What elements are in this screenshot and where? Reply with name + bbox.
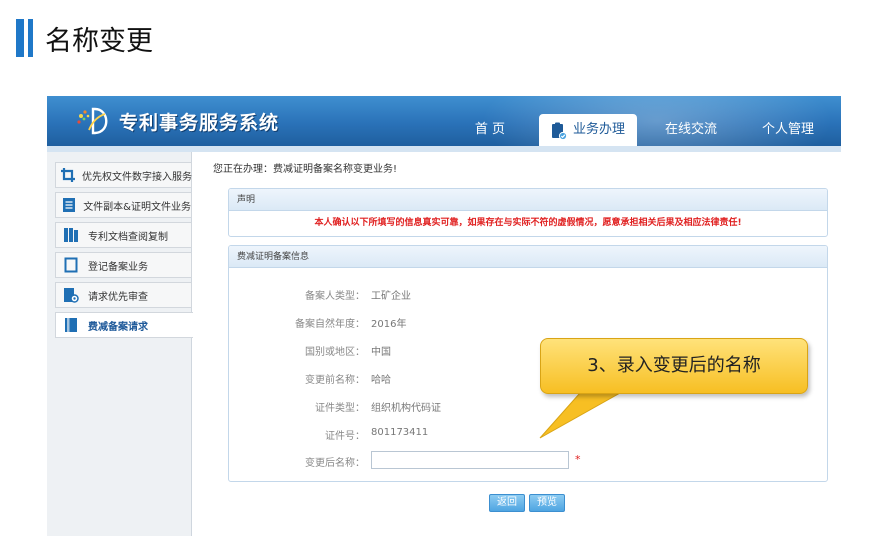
book-icon (60, 224, 82, 246)
required-mark: * (575, 453, 581, 466)
form-row-applicant-type: 备案人类型： 工矿企业 (305, 291, 411, 302)
sidebar-item-registration[interactable]: 登记备案业务 (55, 252, 192, 278)
instruction-callout: 3、录入变更后的名称 (539, 338, 808, 439)
app-logo[interactable]: 专利事务服务系统 (75, 106, 279, 136)
page-title: 名称变更 (45, 25, 153, 57)
nav-business[interactable]: 业务办理 (539, 114, 637, 146)
nav-online-chat-label: 在线交流 (664, 122, 717, 137)
sidebar-item-archive[interactable]: 专利文档查阅复制 (55, 222, 192, 248)
preview-button[interactable]: 预览 (529, 494, 565, 512)
current-task-text: 您正在办理：费减证明备案名称变更业务! (213, 164, 398, 175)
title-accent-bars (16, 19, 33, 57)
callout-text: 3、录入变更后的名称 (587, 355, 761, 376)
crop-icon (60, 164, 76, 186)
bookmark-file-icon (60, 314, 82, 336)
back-button[interactable]: 返回 (489, 494, 525, 512)
file-gear-icon (60, 284, 82, 306)
nav-personal-label: 个人管理 (761, 122, 814, 137)
logo-icon (75, 106, 115, 136)
declaration-header: 声明 (229, 189, 827, 211)
app-window: 专利事务服务系统 首 页 业务办理 在线交流 个人管理 优先权文件数字接入服务 … (47, 96, 841, 536)
declaration-panel: 声明 本人确认以下所填写的信息真实可靠，如果存在与实际不符的虚假情况，愿意承担相… (228, 188, 828, 237)
square-icon (60, 254, 82, 276)
form-row-new-name: 变更后名称： * (305, 451, 581, 469)
app-header: 专利事务服务系统 首 页 业务办理 在线交流 个人管理 (47, 96, 841, 146)
nav-business-label: 业务办理 (572, 122, 625, 137)
fee-info-header: 费减证明备案信息 (229, 246, 827, 268)
new-name-input[interactable] (371, 451, 569, 469)
nav-online-chat[interactable]: 在线交流 (659, 114, 723, 146)
sidebar: 优先权文件数字接入服务 文件副本&证明文件业务 专利文档查阅复制 登记备案业务 … (47, 152, 193, 536)
declaration-text: 本人确认以下所填写的信息真实可靠，如果存在与实际不符的虚假情况，愿意承担相关后果… (314, 218, 742, 228)
nav-home[interactable]: 首 页 (463, 114, 517, 146)
form-row-year: 备案自然年度： 2016年 (295, 319, 407, 330)
nav-home-label: 首 页 (474, 122, 506, 137)
nav-personal[interactable]: 个人管理 (753, 114, 823, 146)
app-name: 专利事务服务系统 (119, 111, 280, 134)
sidebar-item-fee-reduction[interactable]: 费减备案请求 (55, 312, 193, 338)
sidebar-item-priority-review[interactable]: 请求优先审查 (55, 282, 192, 308)
sidebar-item-priority-docs[interactable]: 优先权文件数字接入服务 (55, 162, 192, 188)
document-icon (60, 194, 77, 216)
clipboard-check-icon (551, 121, 568, 141)
slide-title: 名称变更 (16, 18, 153, 58)
sidebar-item-copies[interactable]: 文件副本&证明文件业务 (55, 192, 192, 218)
